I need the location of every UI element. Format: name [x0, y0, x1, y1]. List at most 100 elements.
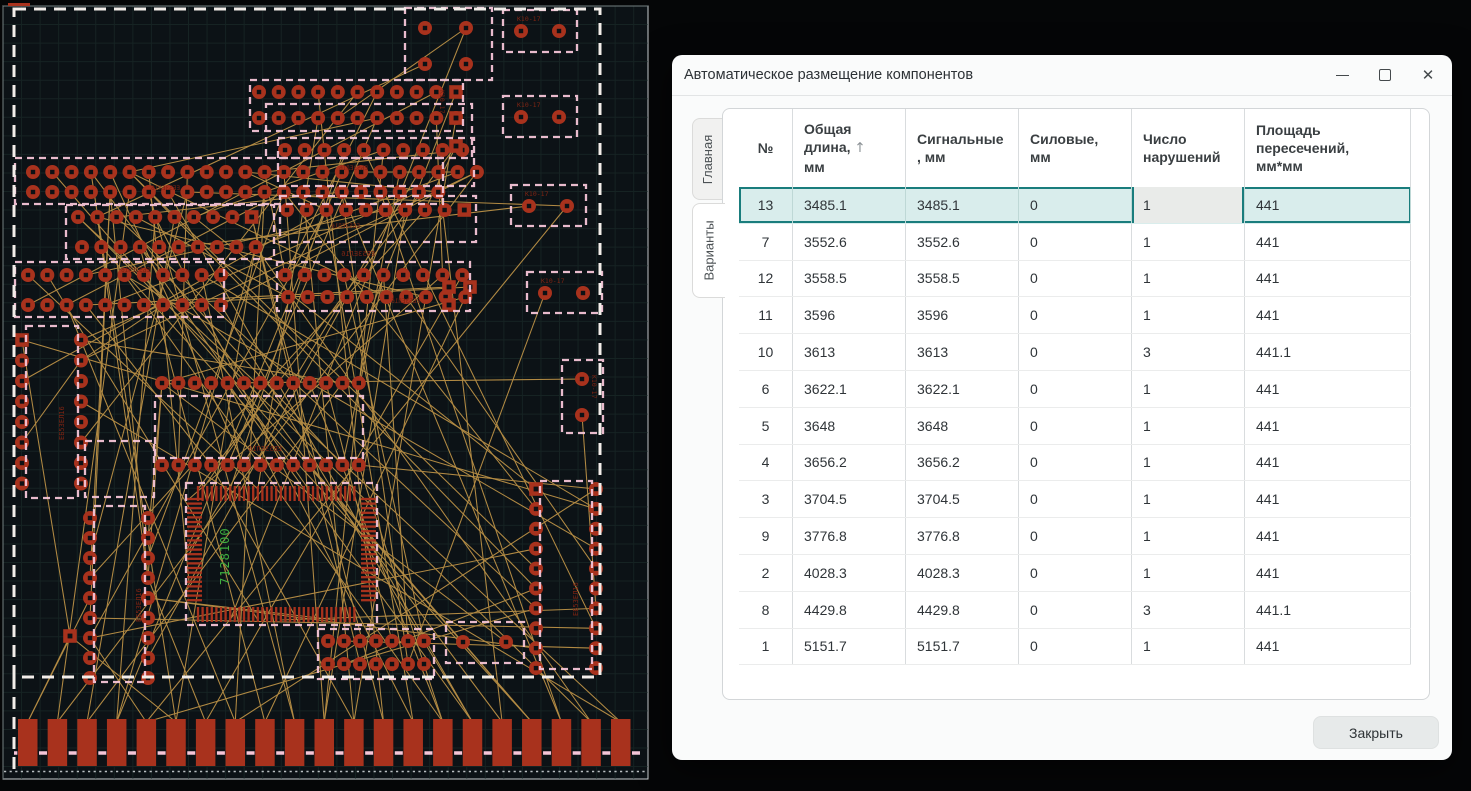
cell-r2-c4[interactable]: 1 — [1132, 261, 1245, 297]
tab-glavnaya[interactable]: Главная — [692, 118, 722, 200]
cell-r4-c4[interactable]: 3 — [1132, 334, 1245, 370]
cell-r1-c4[interactable]: 1 — [1132, 224, 1245, 260]
column-header-0[interactable]: № — [739, 109, 793, 187]
cell-r6-c2[interactable]: 3648 — [906, 408, 1019, 444]
cell-r5-c5[interactable]: 441 — [1245, 371, 1411, 407]
cell-r9-c0[interactable]: 9 — [739, 518, 793, 554]
cell-r5-c4[interactable]: 1 — [1132, 371, 1245, 407]
cell-r8-c2[interactable]: 3704.5 — [906, 481, 1019, 517]
cell-r8-c4[interactable]: 1 — [1132, 481, 1245, 517]
cell-r2-c0[interactable]: 12 — [739, 261, 793, 297]
cell-r7-c4[interactable]: 1 — [1132, 445, 1245, 481]
cell-r2-c1[interactable]: 3558.5 — [793, 261, 906, 297]
cell-r1-c1[interactable]: 3552.6 — [793, 224, 906, 260]
cell-r10-c0[interactable]: 2 — [739, 555, 793, 591]
tab-varianty[interactable]: Варианты — [692, 203, 725, 298]
cell-r4-c0[interactable]: 10 — [739, 334, 793, 370]
cell-r1-c5[interactable]: 441 — [1245, 224, 1411, 260]
cell-r1-c2[interactable]: 3552.6 — [906, 224, 1019, 260]
cell-r12-c2[interactable]: 5151.7 — [906, 629, 1019, 665]
cell-r11-c5[interactable]: 441.1 — [1245, 592, 1411, 628]
table-row-5[interactable]: 53648364801441 — [739, 408, 1411, 445]
cell-r1-c0[interactable]: 7 — [739, 224, 793, 260]
column-header-2[interactable]: Сигнальные , мм — [906, 109, 1019, 187]
cell-r12-c5[interactable]: 441 — [1245, 629, 1411, 665]
cell-r11-c0[interactable]: 8 — [739, 592, 793, 628]
cell-r4-c2[interactable]: 3613 — [906, 334, 1019, 370]
minimize-button[interactable] — [1334, 67, 1350, 83]
cell-r10-c3[interactable]: 0 — [1019, 555, 1132, 591]
cell-r9-c2[interactable]: 3776.8 — [906, 518, 1019, 554]
column-header-3[interactable]: Силовые, мм — [1019, 109, 1132, 187]
cell-r6-c4[interactable]: 1 — [1132, 408, 1245, 444]
cell-r3-c0[interactable]: 11 — [739, 297, 793, 333]
cell-r12-c0[interactable]: 1 — [739, 629, 793, 665]
cell-r11-c2[interactable]: 4429.8 — [906, 592, 1019, 628]
cell-r2-c5[interactable]: 441 — [1245, 261, 1411, 297]
table-row-7[interactable]: 73552.63552.601441 — [739, 224, 1411, 261]
cell-r4-c3[interactable]: 0 — [1019, 334, 1132, 370]
table-row-13[interactable]: 133485.13485.101441 — [739, 187, 1411, 224]
cell-r11-c1[interactable]: 4429.8 — [793, 592, 906, 628]
cell-r9-c4[interactable]: 1 — [1132, 518, 1245, 554]
cell-r7-c1[interactable]: 3656.2 — [793, 445, 906, 481]
table-row-10[interactable]: 103613361303441.1 — [739, 334, 1411, 371]
cell-r3-c4[interactable]: 1 — [1132, 297, 1245, 333]
close-button-x[interactable]: ✕ — [1420, 67, 1436, 83]
cell-r5-c2[interactable]: 3622.1 — [906, 371, 1019, 407]
cell-r6-c1[interactable]: 3648 — [793, 408, 906, 444]
cell-r9-c1[interactable]: 3776.8 — [793, 518, 906, 554]
cell-r4-c1[interactable]: 3613 — [793, 334, 906, 370]
cell-r3-c5[interactable]: 441 — [1245, 297, 1411, 333]
cell-r10-c1[interactable]: 4028.3 — [793, 555, 906, 591]
cell-r6-c0[interactable]: 5 — [739, 408, 793, 444]
cell-r4-c5[interactable]: 441.1 — [1245, 334, 1411, 370]
cell-r1-c3[interactable]: 0 — [1019, 224, 1132, 260]
cell-r0-c5[interactable]: 441 — [1245, 187, 1411, 223]
cell-r8-c1[interactable]: 3704.5 — [793, 481, 906, 517]
cell-r7-c3[interactable]: 0 — [1019, 445, 1132, 481]
pcb-editor-canvas[interactable]: 7128100К10-17К10-17К10-17К10-17К10-17К10… — [0, 0, 652, 791]
table-row-8[interactable]: 84429.84429.803441.1 — [739, 592, 1411, 629]
cell-r5-c0[interactable]: 6 — [739, 371, 793, 407]
cell-r8-c5[interactable]: 441 — [1245, 481, 1411, 517]
cell-r5-c1[interactable]: 3622.1 — [793, 371, 906, 407]
cell-r5-c3[interactable]: 0 — [1019, 371, 1132, 407]
cell-r3-c3[interactable]: 0 — [1019, 297, 1132, 333]
cell-r12-c1[interactable]: 5151.7 — [793, 629, 906, 665]
maximize-button[interactable] — [1377, 67, 1393, 83]
column-header-4[interactable]: Число нарушений — [1132, 109, 1245, 187]
cell-r0-c4[interactable]: 1 — [1132, 187, 1245, 223]
column-header-5[interactable]: Площадь пересечений, мм*мм — [1245, 109, 1411, 187]
cell-r2-c3[interactable]: 0 — [1019, 261, 1132, 297]
cell-r12-c4[interactable]: 1 — [1132, 629, 1245, 665]
cell-r9-c5[interactable]: 441 — [1245, 518, 1411, 554]
cell-r7-c5[interactable]: 441 — [1245, 445, 1411, 481]
cell-r7-c2[interactable]: 3656.2 — [906, 445, 1019, 481]
cell-r12-c3[interactable]: 0 — [1019, 629, 1132, 665]
cell-r11-c3[interactable]: 0 — [1019, 592, 1132, 628]
cell-r8-c3[interactable]: 0 — [1019, 481, 1132, 517]
table-row-9[interactable]: 93776.83776.801441 — [739, 518, 1411, 555]
cell-r3-c2[interactable]: 3596 — [906, 297, 1019, 333]
cell-r7-c0[interactable]: 4 — [739, 445, 793, 481]
cell-r0-c0[interactable]: 13 — [739, 187, 793, 223]
cell-r6-c5[interactable]: 441 — [1245, 408, 1411, 444]
cell-r0-c2[interactable]: 3485.1 — [906, 187, 1019, 223]
column-header-1[interactable]: Общая длина, ↑ мм — [793, 109, 906, 187]
cell-r8-c0[interactable]: 3 — [739, 481, 793, 517]
table-row-6[interactable]: 63622.13622.101441 — [739, 371, 1411, 408]
cell-r0-c3[interactable]: 0 — [1019, 187, 1132, 223]
cell-r2-c2[interactable]: 3558.5 — [906, 261, 1019, 297]
cell-r10-c5[interactable]: 441 — [1245, 555, 1411, 591]
table-row-3[interactable]: 33704.53704.501441 — [739, 481, 1411, 518]
table-row-1[interactable]: 15151.75151.701441 — [739, 629, 1411, 666]
cell-r10-c2[interactable]: 4028.3 — [906, 555, 1019, 591]
table-row-2[interactable]: 24028.34028.301441 — [739, 555, 1411, 592]
table-row-12[interactable]: 123558.53558.501441 — [739, 261, 1411, 298]
cell-r9-c3[interactable]: 0 — [1019, 518, 1132, 554]
close-button[interactable]: Закрыть — [1313, 716, 1439, 749]
cell-r3-c1[interactable]: 3596 — [793, 297, 906, 333]
table-row-11[interactable]: 113596359601441 — [739, 297, 1411, 334]
cell-r11-c4[interactable]: 3 — [1132, 592, 1245, 628]
